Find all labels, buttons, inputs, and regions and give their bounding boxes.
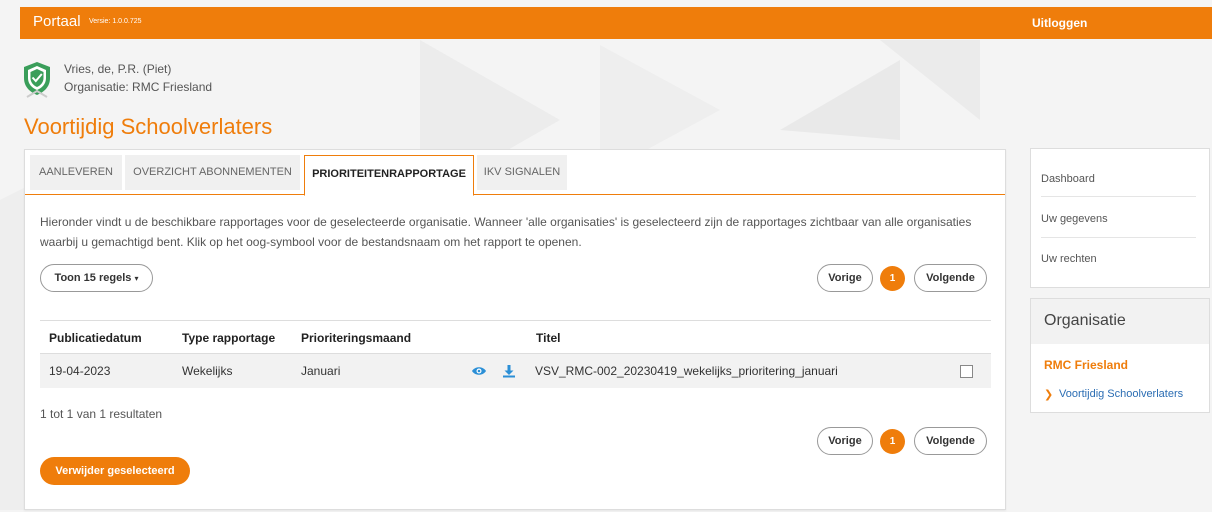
- organisation-box: Organisatie RMC Friesland ❯ Voortijdig S…: [1030, 298, 1210, 413]
- tab-bar: AANLEVEREN OVERZICHT ABONNEMENTEN PRIORI…: [25, 150, 1005, 196]
- header-prioriteringsmaand[interactable]: Prioriteringsmaand: [301, 331, 411, 345]
- brand-title[interactable]: Portaal: [33, 13, 81, 30]
- table-row: 19-04-2023 Wekelijks Januari VSV_RMC-002…: [40, 354, 991, 388]
- cell-type: Wekelijks: [182, 364, 233, 378]
- nav-divider: [1041, 196, 1196, 197]
- nav-dashboard[interactable]: Dashboard: [1041, 173, 1095, 185]
- page-number-button-bottom[interactable]: 1: [880, 429, 905, 454]
- intro-text: Hieronder vindt u de beschikbare rapport…: [40, 215, 972, 249]
- next-page-button[interactable]: Volgende: [914, 264, 987, 292]
- tab-ikv-signalen[interactable]: IKV SIGNALEN: [477, 155, 567, 190]
- cell-title: VSV_RMC-002_20230419_wekelijks_prioriter…: [535, 364, 838, 378]
- delete-selected-button[interactable]: Verwijder geselecteerd: [40, 457, 190, 485]
- chevron-down-icon: ▾: [134, 274, 139, 283]
- cell-month: Januari: [301, 364, 341, 378]
- nav-uw-rechten[interactable]: Uw rechten: [1041, 253, 1097, 265]
- version-label: Versie: 1.0.0.725: [89, 18, 142, 25]
- organisation-name[interactable]: RMC Friesland: [1044, 358, 1128, 372]
- next-page-button-bottom[interactable]: Volgende: [914, 427, 987, 455]
- main-panel: AANLEVEREN OVERZICHT ABONNEMENTEN PRIORI…: [24, 149, 1006, 510]
- chevron-right-icon: ❯: [1044, 389, 1054, 401]
- header-publicatiedatum[interactable]: Publicatiedatum: [49, 331, 142, 345]
- nav-uw-gegevens[interactable]: Uw gegevens: [1041, 213, 1108, 225]
- nav-divider: [1041, 237, 1196, 238]
- eye-icon[interactable]: [471, 365, 487, 377]
- header-titel[interactable]: Titel: [536, 331, 560, 345]
- prev-page-button[interactable]: Vorige: [817, 264, 873, 292]
- user-name: Vries, de, P.R. (Piet): [64, 62, 172, 76]
- row-select-checkbox[interactable]: [960, 365, 973, 378]
- logout-link[interactable]: Uitloggen: [1032, 16, 1087, 30]
- user-organisation: Organisatie: RMC Friesland: [64, 80, 213, 94]
- header-type-rapportage[interactable]: Type rapportage: [182, 331, 275, 345]
- page-number-button[interactable]: 1: [880, 266, 905, 291]
- rows-per-page-dropdown[interactable]: Toon 15 regels ▾: [40, 264, 153, 292]
- table-header: Publicatiedatum Type rapportage Priorite…: [40, 320, 991, 354]
- tab-aanleveren[interactable]: AANLEVEREN: [30, 155, 122, 190]
- reports-table: Publicatiedatum Type rapportage Priorite…: [40, 320, 991, 388]
- download-icon[interactable]: [502, 364, 516, 378]
- rows-per-page-label: Toon 15 regels: [54, 272, 132, 284]
- cell-date: 19-04-2023: [49, 364, 111, 378]
- prev-page-button-bottom[interactable]: Vorige: [817, 427, 873, 455]
- results-count: 1 tot 1 van 1 resultaten: [40, 407, 163, 421]
- organisation-header: Organisatie: [1031, 299, 1209, 344]
- organisation-title: Organisatie: [1044, 312, 1126, 329]
- page-title: Voortijdig Schoolverlaters: [24, 114, 273, 139]
- side-navigation: Dashboard Uw gegevens Uw rechten: [1030, 148, 1210, 288]
- tab-overzicht-abonnementen[interactable]: OVERZICHT ABONNEMENTEN: [125, 155, 300, 190]
- top-bar: Portaal Versie: 1.0.0.725 Uitloggen: [20, 7, 1212, 39]
- shield-check-icon: [24, 62, 50, 98]
- tab-prioriteitenrapportage[interactable]: PRIORITEITENRAPPORTAGE: [304, 155, 474, 196]
- organisation-link-vsv[interactable]: Voortijdig Schoolverlaters: [1059, 388, 1183, 400]
